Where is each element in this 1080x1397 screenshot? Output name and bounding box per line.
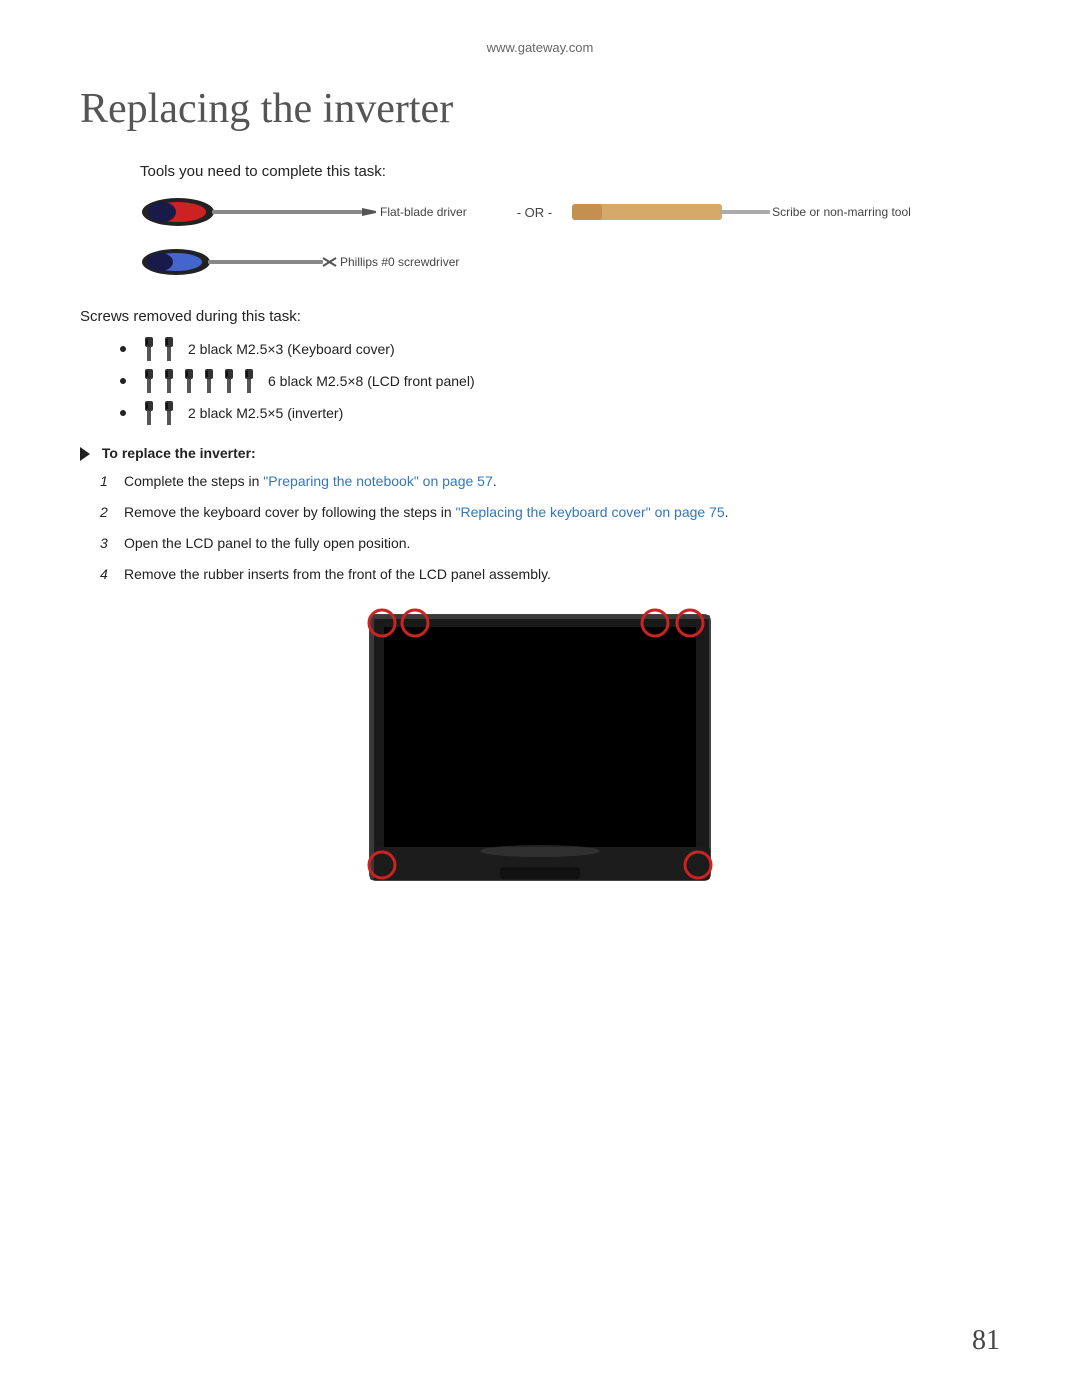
triangle-marker-icon — [80, 447, 90, 461]
tools-heading: Tools you need to complete this task: — [140, 163, 1000, 180]
page-number: 81 — [972, 1325, 1000, 1357]
screw-icon — [180, 369, 198, 393]
screw-description: 2 black M2.5×5 (inverter) — [188, 405, 343, 421]
screw-icon — [240, 369, 258, 393]
screw-description: 6 black M2.5×8 (LCD front panel) — [268, 373, 475, 389]
step-number: 3 — [100, 533, 124, 554]
screw-description: 2 black M2.5×3 (Keyboard cover) — [188, 341, 395, 357]
scribe-image — [572, 200, 772, 224]
bullet-dot — [120, 378, 126, 384]
tool-row-2: Phillips #0 screwdriver — [140, 244, 1000, 280]
flatblade-tool: Flat-blade driver — [140, 194, 467, 230]
step-text: Complete the steps in "Preparing the not… — [124, 471, 1000, 492]
step-number: 4 — [100, 564, 124, 585]
or-separator: - OR - — [517, 205, 552, 220]
lcd-image-container — [80, 605, 1000, 895]
screw-icon — [160, 337, 178, 361]
phillips-tool: Phillips #0 screwdriver — [140, 244, 459, 280]
step-text: Open the LCD panel to the fully open pos… — [124, 533, 1000, 554]
lcd-panel-svg — [360, 605, 720, 895]
screw-icon — [140, 337, 158, 361]
step-item-2: 2 Remove the keyboard cover by following… — [100, 502, 1000, 523]
screw-icon — [160, 369, 178, 393]
step-number: 1 — [100, 471, 124, 492]
steps-section: To replace the inverter: 1 Complete the … — [80, 445, 1000, 585]
screw-icon — [140, 369, 158, 393]
screw-icons-2b — [140, 401, 180, 425]
phillips-driver-image — [140, 244, 340, 280]
page-wrapper: www.gateway.com Replacing the inverter T… — [0, 0, 1080, 1397]
step-item-1: 1 Complete the steps in "Preparing the n… — [100, 471, 1000, 492]
screw-icon — [220, 369, 238, 393]
screws-list: 2 black M2.5×3 (Keyboard cover) 6 black … — [120, 337, 1000, 425]
step-link[interactable]: "Preparing the notebook" on page 57 — [263, 473, 492, 489]
step-item-4: 4 Remove the rubber inserts from the fro… — [100, 564, 1000, 585]
scribe-tool: Scribe or non-marring tool — [572, 200, 911, 224]
screw-icon — [140, 401, 158, 425]
list-item: 2 black M2.5×5 (inverter) — [120, 401, 1000, 425]
scribe-label: Scribe or non-marring tool — [772, 205, 911, 219]
screws-section: Screws removed during this task: — [80, 308, 1000, 425]
list-item: 6 black M2.5×8 (LCD front panel) — [120, 369, 1000, 393]
bullet-dot — [120, 410, 126, 416]
tool-row-1: Flat-blade driver - OR - Scribe or non-m… — [140, 194, 1000, 230]
lcd-panel — [360, 605, 720, 895]
step-link[interactable]: "Replacing the keyboard cover" on page 7… — [456, 504, 725, 520]
tools-section: Tools you need to complete this task: Fl… — [140, 163, 1000, 280]
steps-list: 1 Complete the steps in "Preparing the n… — [100, 471, 1000, 585]
flatblade-driver-image — [140, 194, 380, 230]
flatblade-label: Flat-blade driver — [380, 205, 467, 219]
steps-header: To replace the inverter: — [80, 445, 1000, 461]
screw-icons-2 — [140, 337, 180, 361]
website-url: www.gateway.com — [80, 40, 1000, 55]
screw-icon — [160, 401, 178, 425]
step-number: 2 — [100, 502, 124, 523]
bullet-dot — [120, 346, 126, 352]
page-title: Replacing the inverter — [80, 85, 1000, 133]
list-item: 2 black M2.5×3 (Keyboard cover) — [120, 337, 1000, 361]
screws-heading: Screws removed during this task: — [80, 308, 1000, 325]
screw-icon — [200, 369, 218, 393]
step-text: Remove the rubber inserts from the front… — [124, 564, 1000, 585]
step-text: Remove the keyboard cover by following t… — [124, 502, 1000, 523]
screw-icons-6 — [140, 369, 260, 393]
step-item-3: 3 Open the LCD panel to the fully open p… — [100, 533, 1000, 554]
phillips-label: Phillips #0 screwdriver — [340, 255, 459, 269]
